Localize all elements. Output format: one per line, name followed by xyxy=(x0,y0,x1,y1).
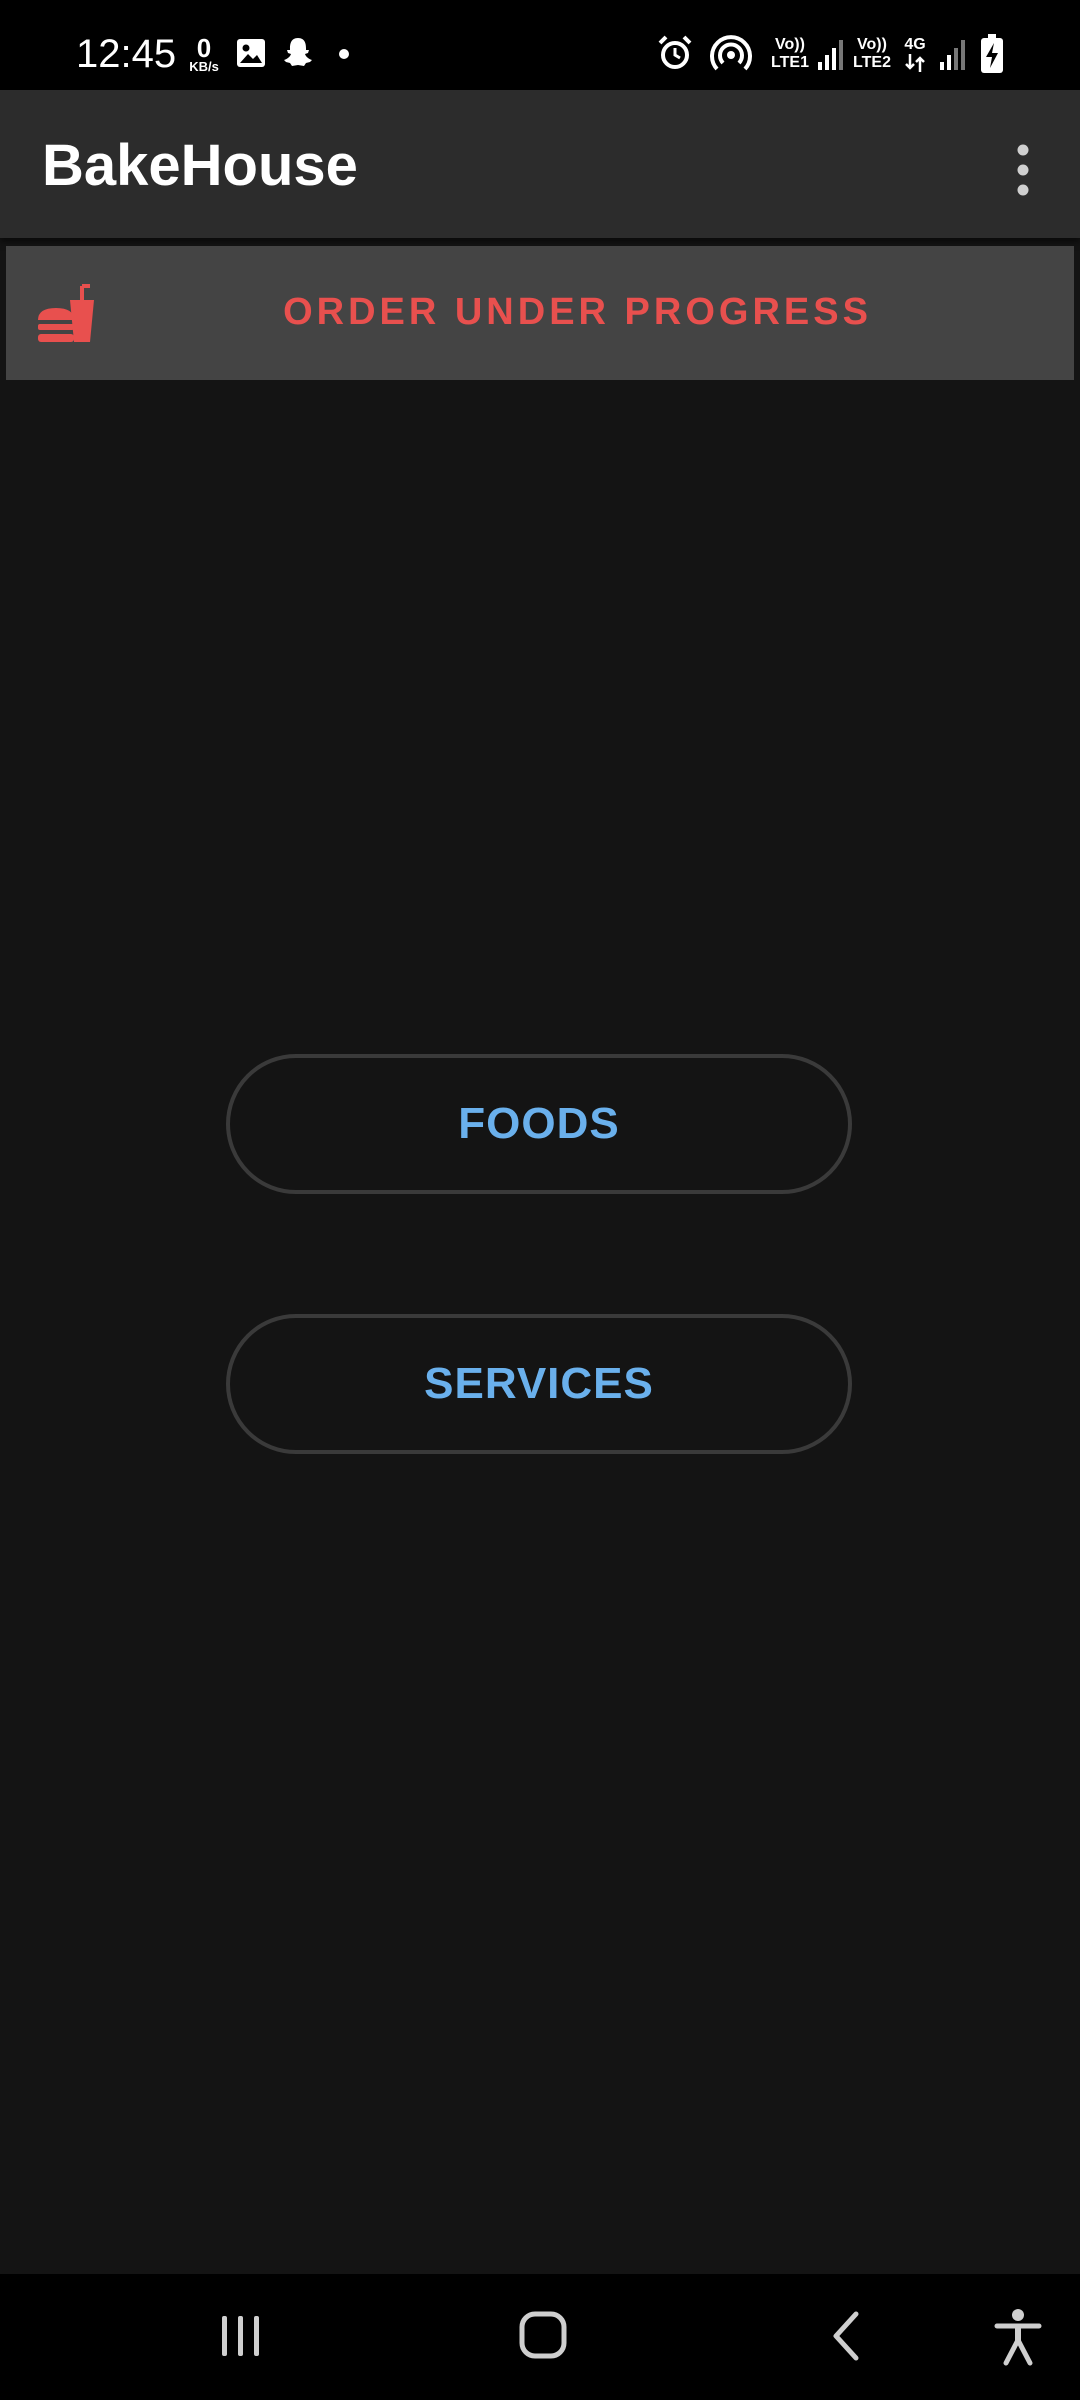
system-nav-bar xyxy=(0,2274,1080,2400)
foods-button[interactable]: FOODS xyxy=(226,1054,852,1194)
recent-apps-icon[interactable] xyxy=(218,2312,264,2360)
data-arrows-icon xyxy=(905,54,925,72)
signal-icon xyxy=(940,40,965,70)
status-bar: 12:45 0 KB/s Vo)) LTE1 Vo)) LTE2 4G xyxy=(0,0,1080,90)
network-speed-value: 0 xyxy=(196,33,212,63)
sim2-volte-label: Vo)) xyxy=(857,36,887,53)
sim1-volte-label: Vo)) xyxy=(775,36,805,53)
network-speed-unit: KB/s xyxy=(189,59,219,74)
status-time: 12:45 xyxy=(76,32,177,76)
snapchat-icon xyxy=(284,38,312,66)
battery-charging-icon xyxy=(981,34,1003,73)
back-icon[interactable] xyxy=(828,2310,864,2362)
dot-icon xyxy=(339,49,349,59)
order-status-banner[interactable]: ORDER UNDER PROGRESS xyxy=(6,246,1074,380)
hotspot-icon xyxy=(710,35,752,71)
more-vert-icon[interactable] xyxy=(1000,136,1046,208)
network-speed: 0 KB/s xyxy=(184,33,224,74)
app-bar: BakeHouse xyxy=(0,90,1080,238)
sim1-lte-label: LTE1 xyxy=(771,54,809,71)
signal-icon xyxy=(818,40,843,70)
accessibility-icon[interactable] xyxy=(994,2308,1042,2366)
gallery-icon xyxy=(237,39,265,67)
services-button[interactable]: SERVICES xyxy=(226,1314,852,1454)
sim2-lte-label: LTE2 xyxy=(853,54,891,71)
alarm-icon xyxy=(658,35,692,69)
order-status-text: ORDER UNDER PROGRESS xyxy=(283,291,872,333)
network-type-label: 4G xyxy=(904,36,926,53)
home-icon[interactable] xyxy=(518,2310,568,2360)
app-title: BakeHouse xyxy=(42,133,358,198)
